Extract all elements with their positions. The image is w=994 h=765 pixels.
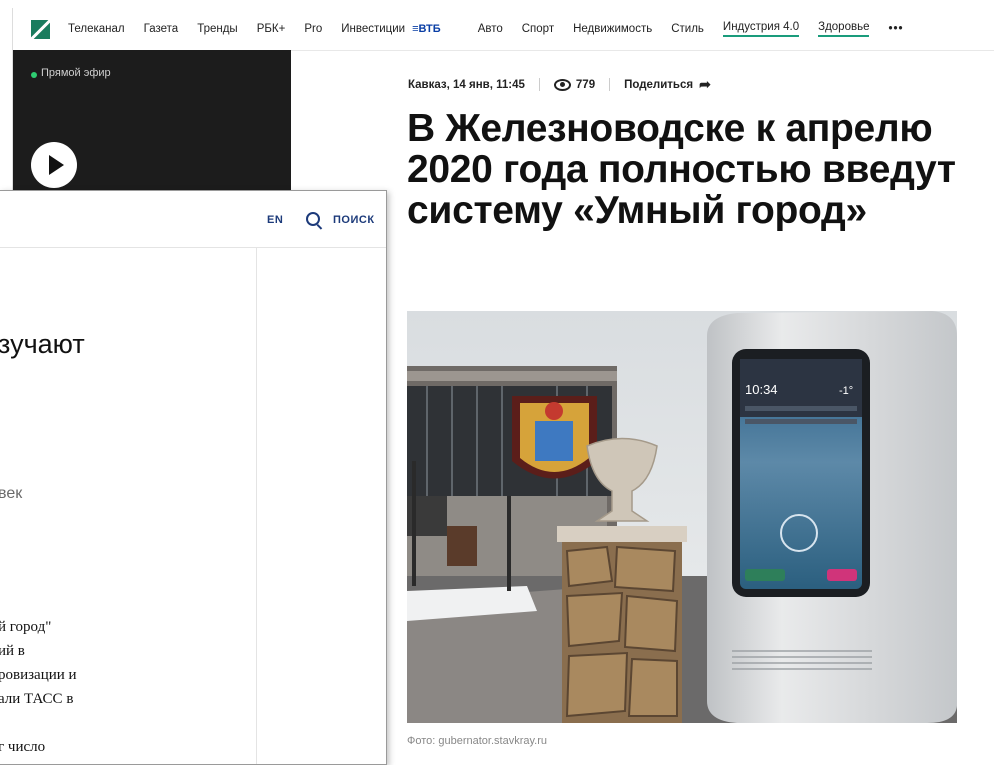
share-button[interactable]: Поделиться	[624, 79, 693, 91]
nav-item[interactable]: Авто	[478, 23, 503, 35]
tass-article-title: зучают	[0, 329, 85, 359]
nav-item[interactable]: Недвижимость	[573, 23, 652, 35]
tass-window[interactable]: EN ПОИСК зучают век й город" ий в ровиза…	[0, 190, 387, 765]
meta-divider	[609, 78, 611, 91]
nav-item[interactable]: Газета	[144, 23, 179, 35]
column-divider	[256, 248, 257, 764]
nav-item[interactable]: Телеканал	[68, 23, 125, 35]
tass-article-body: й город" ий в ровизации и али ТАСС в г ч…	[0, 615, 256, 759]
tass-article-subtitle: век	[0, 485, 23, 502]
views-icon	[553, 78, 571, 91]
kiosk-temperature: -1°	[839, 385, 853, 397]
nav-item-industry[interactable]: Индустрия 4.0	[722, 21, 800, 37]
article-headline: В Железноводске к апрелю 2020 года полно…	[407, 107, 956, 232]
share-arrow-icon[interactable]: ➦	[699, 76, 711, 93]
nav-item[interactable]: РБК+	[257, 23, 286, 35]
rbc-logo[interactable]	[31, 19, 50, 39]
photo-caption: Фото: gubernator.stavkray.ru	[407, 735, 548, 747]
rbc-top-nav: Телеканал Газета Тренды РБК+ Pro Инвести…	[13, 8, 994, 51]
live-stream-player[interactable]: Прямой эфир	[13, 50, 291, 198]
search-icon[interactable]	[306, 212, 320, 226]
smart-city-kiosk-photo: 10:34 -1°	[407, 311, 957, 723]
article-meta: Кавказ, 14 янв, 11:45 779 Поделиться ➦	[408, 76, 711, 93]
body-line: ий в	[0, 643, 25, 659]
body-line: али ТАСС в	[0, 691, 74, 707]
play-icon[interactable]	[31, 142, 77, 188]
views-count: 779	[575, 78, 596, 91]
article-location-time: Кавказ, 14 янв, 11:45	[408, 78, 525, 91]
nav-item[interactable]: Тренды	[197, 23, 238, 35]
search-button[interactable]: ПОИСК	[333, 214, 375, 226]
kiosk-time: 10:34	[745, 382, 778, 397]
rbc-nav-list: Телеканал Газета Тренды РБК+ Pro Инвести…	[68, 21, 923, 37]
body-line: г число	[0, 739, 46, 755]
nav-item[interactable]: Спорт	[522, 23, 554, 35]
tass-header: EN ПОИСК	[0, 191, 386, 248]
nav-item-health[interactable]: Здоровье	[818, 21, 870, 37]
vtb-label: ВТБ	[418, 23, 441, 35]
nav-item[interactable]: Инвестиции	[341, 23, 405, 35]
live-label: Прямой эфир	[41, 67, 111, 79]
nav-item[interactable]: Стиль	[671, 23, 704, 35]
meta-divider	[538, 78, 540, 91]
language-switch[interactable]: EN	[267, 214, 283, 226]
nav-item[interactable]: Pro	[304, 23, 322, 35]
body-line	[0, 711, 256, 735]
more-menu-icon[interactable]: •••	[888, 23, 903, 35]
body-line: й город"	[0, 619, 52, 635]
vtb-logo[interactable]: ≡ВТБ	[412, 23, 460, 35]
body-line: ровизации и	[0, 667, 77, 683]
live-indicator-icon	[31, 72, 37, 78]
article-photo: 10:34 -1°	[407, 311, 957, 723]
